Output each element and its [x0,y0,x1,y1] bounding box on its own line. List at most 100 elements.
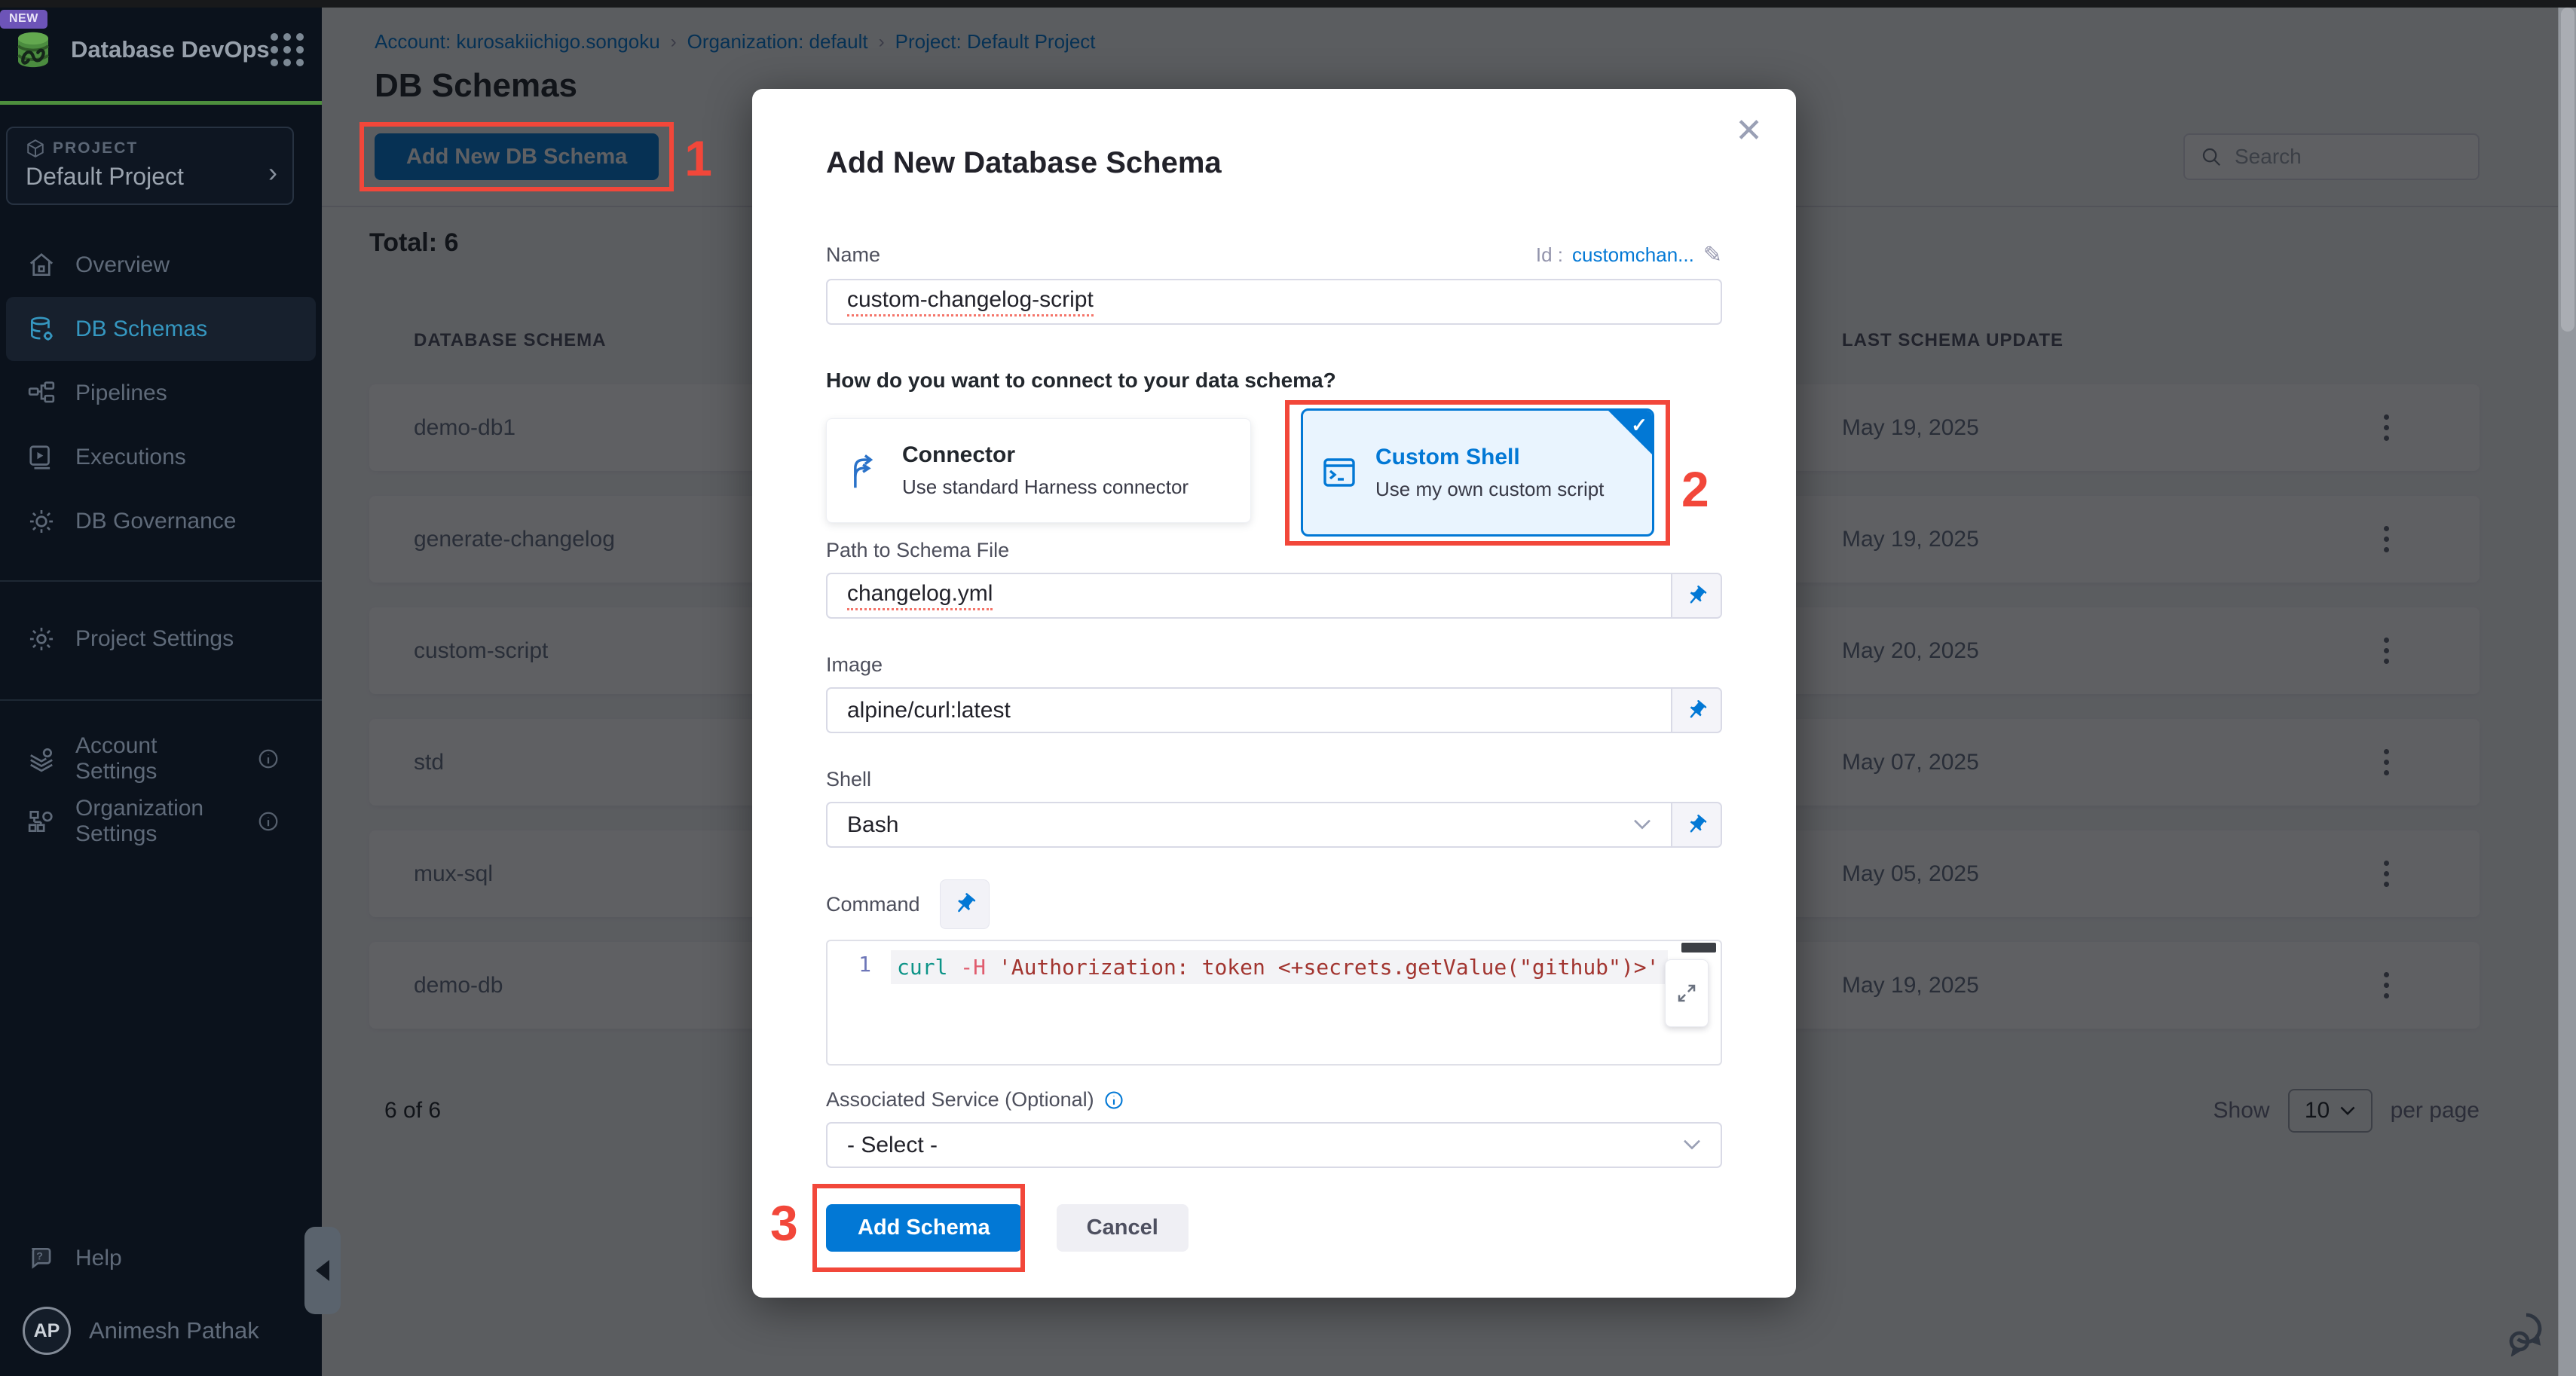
runtime-pin-button[interactable] [1671,803,1721,846]
collapse-left-icon [316,1260,329,1281]
command-label: Command [826,893,920,916]
expand-editor-button[interactable] [1665,959,1709,1027]
sidebar-item-label: DB Governance [75,509,236,534]
add-schema-button[interactable]: Add Schema [826,1204,1022,1252]
user-profile[interactable]: AP Animesh Pathak [0,1307,322,1355]
associated-service-label: Associated Service (Optional) [826,1088,1094,1112]
svg-text:?: ? [36,1250,43,1262]
app-title: Database DevOps [71,36,270,63]
cancel-button[interactable]: Cancel [1057,1204,1189,1252]
account-layers-icon [27,745,56,773]
browser-chrome-strip [0,0,2576,8]
sidebar-item-help[interactable]: ? Help [0,1226,322,1290]
info-icon [257,810,280,833]
chevron-right-icon: › [268,157,277,188]
pin-icon [1681,579,1712,611]
pin-icon [1681,694,1712,726]
terminal-icon [1321,454,1357,491]
sidebar-item-label: Project Settings [75,626,234,652]
runtime-pin-button[interactable] [1671,689,1721,732]
annotation-number-3: 3 [770,1198,798,1248]
command-pin-button[interactable] [940,879,990,929]
db-schema-icon [27,315,56,344]
annotation-number-2: 2 [1681,464,1709,514]
sidebar-item-label: Pipelines [75,381,167,406]
command-code-editor[interactable]: 1 curl -H 'Authorization: token <+secret… [826,940,1722,1066]
add-schema-modal: ✕ Add New Database Schema Name Id : cust… [752,89,1796,1298]
sidebar-item-executions[interactable]: Executions [0,425,322,489]
sidebar-item-overview[interactable]: Overview [0,233,322,297]
sidebar-item-db-schemas[interactable]: DB Schemas [6,297,316,361]
associated-service-select[interactable]: - Select - [826,1122,1722,1168]
sidebar-item-label: Account Settings [75,733,237,784]
pipelines-icon [27,379,56,408]
new-badge: NEW [0,10,47,29]
info-icon [257,748,280,770]
name-input[interactable]: custom-changelog-script [826,279,1722,325]
pin-icon [947,887,981,921]
project-label: PROJECT [53,139,138,157]
runtime-pin-button[interactable] [1671,574,1721,617]
image-label: Image [826,653,1722,677]
custom-shell-card[interactable]: Custom Shell Use my own custom script ✓ [1301,408,1654,537]
sidebar-item-label: Organization Settings [75,796,237,847]
help-chat-icon: ? [27,1244,56,1273]
close-icon[interactable]: ✕ [1735,115,1763,148]
page-scrollbar[interactable] [2558,8,2576,1376]
sidebar-item-project-settings[interactable]: Project Settings [0,607,322,671]
gear-icon [27,625,56,653]
executions-icon [27,443,56,472]
user-name: Animesh Pathak [89,1317,259,1344]
database-devops-logo-icon [11,27,56,72]
sidebar-item-db-governance[interactable]: DB Governance [0,489,322,553]
connect-question: How do you want to connect to your data … [826,368,1722,393]
chevron-down-icon [1633,803,1671,846]
sidebar-item-pipelines[interactable]: Pipelines [0,361,322,425]
pin-icon [1681,809,1712,840]
governance-gear-icon [27,507,56,536]
id-label: Id : [1536,243,1563,267]
check-icon: ✓ [1631,414,1647,437]
edit-pencil-icon[interactable]: ✎ [1703,242,1722,268]
modal-title: Add New Database Schema [826,146,1722,180]
scrollbar-thumb[interactable] [2561,8,2574,332]
avatar: AP [23,1307,71,1355]
org-chart-icon [27,807,56,836]
cube-icon [26,139,45,158]
shell-select[interactable]: Bash [826,802,1722,848]
connector-card-title: Connector [902,442,1189,468]
sidebar-item-organization-settings[interactable]: Organization Settings [0,789,322,853]
sidebar: NEW Database DevOps PROJECT Default Proj… [0,8,322,1376]
expand-icon [1675,982,1698,1004]
sidebar-divider [0,580,322,582]
sidebar-item-account-settings[interactable]: Account Settings [0,726,322,790]
line-number: 1 [828,941,891,1064]
app-switcher-grid-icon[interactable] [271,33,304,66]
path-label: Path to Schema File [826,539,1722,562]
custom-shell-card-subtitle: Use my own custom script [1375,478,1604,501]
id-value[interactable]: customchan... [1572,243,1694,267]
connector-card-subtitle: Use standard Harness connector [902,475,1189,499]
command-code-line: curl -H 'Authorization: token <+secrets.… [891,950,1668,984]
chat-support-icon[interactable] [2507,1310,2556,1356]
annotation-number-1: 1 [684,133,712,183]
sidebar-item-label: DB Schemas [75,316,207,342]
sidebar-item-label: Help [75,1246,122,1271]
info-icon[interactable] [1103,1090,1124,1111]
editor-scrollbar-thumb[interactable] [1681,943,1716,952]
sidebar-item-label: Overview [75,252,170,278]
project-selector[interactable]: PROJECT Default Project › [6,127,294,205]
sidebar-collapse-handle[interactable] [304,1227,341,1314]
home-icon [27,251,56,280]
path-input[interactable]: changelog.yml [826,573,1722,619]
connector-icon [846,451,881,491]
project-name: Default Project [26,163,277,191]
shell-label: Shell [826,768,1722,791]
brand-green-divider [0,101,322,105]
custom-shell-card-title: Custom Shell [1375,445,1604,470]
sidebar-divider [0,699,322,701]
connector-card[interactable]: Connector Use standard Harness connector [826,418,1251,523]
chevron-down-icon [1683,1124,1721,1167]
image-input[interactable]: alpine/curl:latest [826,687,1722,733]
sidebar-item-label: Executions [75,445,186,470]
